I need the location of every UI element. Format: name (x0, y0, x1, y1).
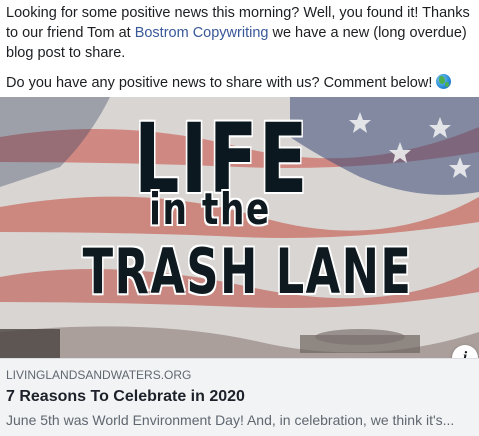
link-preview-image[interactable]: LIFE in the TRASH LANE i (0, 97, 479, 358)
link-title[interactable]: 7 Reasons To Celebrate in 2020 (6, 387, 473, 407)
image-headline-trash-lane: TRASH LANE (82, 235, 413, 308)
image-headline-in-the: in the (149, 184, 271, 235)
post-body: Looking for some positive news this morn… (6, 3, 474, 103)
post-paragraph-1: Looking for some positive news this morn… (6, 3, 474, 63)
link-preview-card[interactable]: LIFE in the TRASH LANE i LIVINGLANDSANDW… (0, 97, 479, 436)
link-preview-meta[interactable]: LIVINGLANDSANDWATERS.ORG 7 Reasons To Ce… (0, 358, 479, 436)
mention-link[interactable]: Bostrom Copywriting (135, 25, 269, 41)
post-paragraph-2: Do you have any positive news to share w… (6, 73, 474, 93)
globe-emoji-icon (436, 74, 452, 89)
post-question: Do you have any positive news to share w… (6, 75, 433, 91)
link-description: June 5th was World Environment Day! And,… (6, 412, 455, 428)
link-domain: LIVINGLANDSANDWATERS.ORG (6, 368, 192, 382)
